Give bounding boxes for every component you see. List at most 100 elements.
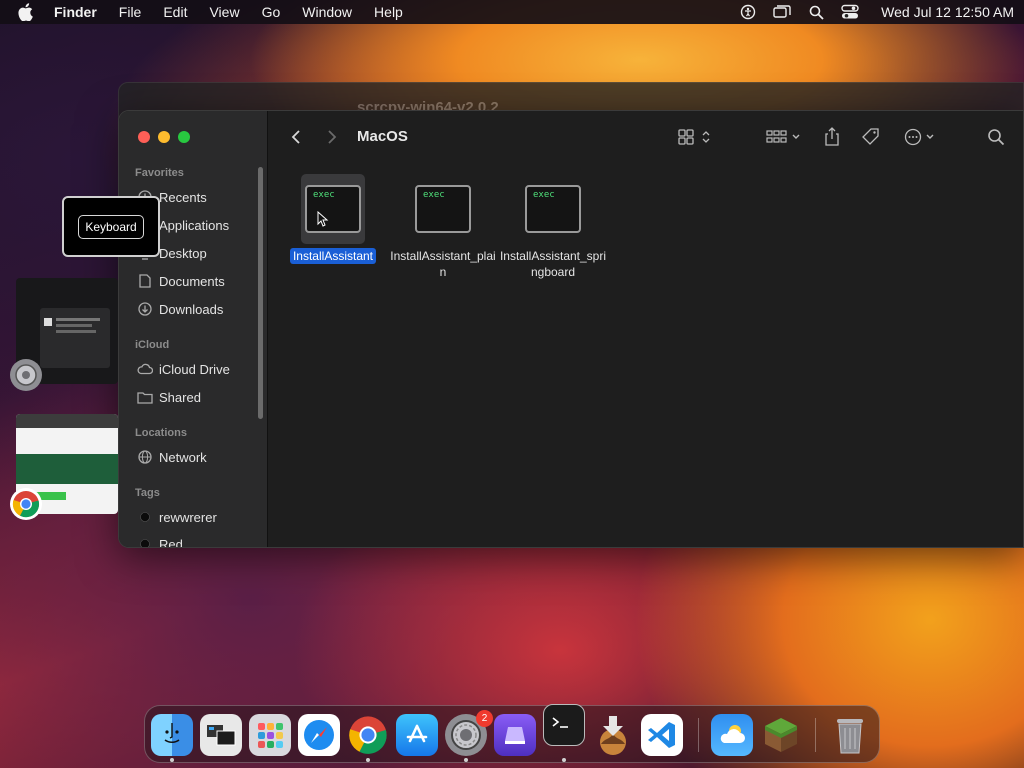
dock: 2 bbox=[144, 704, 880, 763]
sidebar-item-documents[interactable]: Documents bbox=[137, 270, 257, 292]
sidebar-item-label: Desktop bbox=[159, 245, 207, 261]
menu-app-finder[interactable]: Finder bbox=[54, 4, 97, 20]
sidebar-scrollbar[interactable] bbox=[258, 167, 263, 419]
sidebar-item-label: Applications bbox=[159, 217, 230, 233]
window-controls bbox=[138, 131, 190, 143]
sidebar-item-label: iCloud Drive bbox=[159, 361, 230, 377]
file-item-installassistant-plain[interactable]: exec InstallAssistant_plain bbox=[388, 174, 498, 280]
sidebar-item-label: Recents bbox=[159, 189, 207, 205]
exec-file-icon: exec bbox=[525, 185, 581, 233]
file-item-installassistant-springboard[interactable]: exec InstallAssistant_springboard bbox=[498, 174, 608, 280]
sidebar-item-tag-rewwrerer[interactable]: rewwrerer bbox=[137, 506, 257, 528]
dock-minecraft-icon[interactable] bbox=[760, 714, 802, 756]
file-name: InstallAssistant_springboard bbox=[499, 249, 607, 279]
finder-toolbar: MacOS bbox=[269, 111, 1023, 163]
menu-edit[interactable]: Edit bbox=[163, 4, 187, 20]
folder-title: MacOS bbox=[357, 128, 408, 145]
spotlight-icon[interactable] bbox=[807, 3, 825, 21]
dock-separator bbox=[698, 718, 699, 752]
dock-system-settings-icon[interactable]: 2 bbox=[445, 710, 493, 756]
dock-running-indicator bbox=[562, 758, 566, 762]
sidebar-item-label: Network bbox=[159, 449, 207, 465]
chrome-app-icon[interactable] bbox=[10, 488, 42, 520]
file-name: InstallAssistant bbox=[278, 248, 388, 264]
dock-app-store-icon[interactable] bbox=[396, 714, 438, 756]
sidebar-section-favorites: Favorites bbox=[135, 167, 184, 179]
file-content-area[interactable]: exec InstallAssistant exec InstallAssist… bbox=[269, 163, 1023, 547]
keyboard-tooltip[interactable]: Keyboard bbox=[62, 196, 160, 257]
thumbnail-line bbox=[56, 318, 100, 321]
tag-dot-icon bbox=[137, 536, 153, 547]
menu-view[interactable]: View bbox=[209, 4, 239, 20]
menu-go[interactable]: Go bbox=[262, 4, 281, 20]
tag-icon[interactable] bbox=[859, 125, 883, 149]
sidebar-item-shared[interactable]: Shared bbox=[137, 386, 257, 408]
finder-sidebar: Favorites Recents Applications Desktop D… bbox=[119, 111, 268, 547]
dock-chrome-icon[interactable] bbox=[347, 714, 389, 756]
finder-window: Favorites Recents Applications Desktop D… bbox=[118, 110, 1024, 548]
share-icon[interactable] bbox=[821, 125, 843, 149]
dock-separator bbox=[815, 718, 816, 752]
dock-safari-icon[interactable] bbox=[298, 714, 340, 756]
group-by-icon[interactable] bbox=[765, 125, 805, 149]
menu-bar: Finder File Edit View Go Window Help Wed… bbox=[0, 0, 1024, 24]
dock-running-indicator bbox=[170, 758, 174, 762]
menu-help[interactable]: Help bbox=[374, 4, 403, 20]
globe-icon bbox=[137, 449, 153, 465]
sidebar-item-label: Shared bbox=[159, 389, 201, 405]
dock-install-macos-icon[interactable] bbox=[592, 714, 634, 756]
dock-preview-icon[interactable] bbox=[200, 714, 242, 756]
exec-label: exec bbox=[313, 190, 335, 200]
sidebar-section-tags: Tags bbox=[135, 487, 160, 499]
tag-dot-icon bbox=[137, 509, 153, 525]
minimize-button[interactable] bbox=[158, 131, 170, 143]
dock-weather-icon[interactable] bbox=[711, 714, 753, 756]
sidebar-item-downloads[interactable]: Downloads bbox=[137, 298, 257, 320]
menubar-clock[interactable]: Wed Jul 12 12:50 AM bbox=[881, 4, 1014, 20]
maximize-button[interactable] bbox=[178, 131, 190, 143]
keyboard-label: Keyboard bbox=[78, 214, 144, 239]
back-button[interactable] bbox=[283, 124, 309, 150]
dock-finder-icon[interactable] bbox=[151, 714, 193, 756]
close-button[interactable] bbox=[138, 131, 150, 143]
cloud-icon bbox=[137, 361, 153, 377]
thumbnail-banner bbox=[16, 454, 118, 484]
sidebar-item-tag-red[interactable]: Red bbox=[137, 533, 257, 547]
dock-running-indicator bbox=[366, 758, 370, 762]
exec-file-icon: exec bbox=[415, 185, 471, 233]
file-icon-wrap[interactable]: exec bbox=[301, 174, 365, 244]
control-center-icon[interactable] bbox=[841, 3, 859, 21]
file-icon-wrap[interactable]: exec bbox=[521, 174, 585, 244]
dock-simulator-icon[interactable] bbox=[494, 714, 536, 756]
file-item-installassistant[interactable]: exec InstallAssistant bbox=[278, 174, 388, 264]
search-icon[interactable] bbox=[985, 125, 1007, 149]
exec-label: exec bbox=[423, 190, 445, 200]
sidebar-item-label: rewwrerer bbox=[159, 509, 217, 525]
file-icon-wrap[interactable]: exec bbox=[411, 174, 475, 244]
mouse-cursor-icon bbox=[317, 211, 329, 227]
menu-file[interactable]: File bbox=[119, 4, 142, 20]
dock-vscode-icon[interactable] bbox=[641, 714, 683, 756]
sidebar-item-network[interactable]: Network bbox=[137, 446, 257, 468]
document-icon bbox=[137, 273, 153, 289]
dock-terminal-icon[interactable] bbox=[543, 704, 585, 746]
file-name: InstallAssistant_plain bbox=[390, 249, 496, 279]
thumbnail-line bbox=[56, 324, 92, 327]
exec-file-icon: exec bbox=[305, 185, 361, 233]
file-name-text: InstallAssistant bbox=[289, 248, 377, 264]
view-mode-icon[interactable] bbox=[677, 125, 717, 149]
sidebar-item-icloud-drive[interactable]: iCloud Drive bbox=[137, 358, 257, 380]
more-actions-icon[interactable] bbox=[903, 125, 941, 149]
sidebar-item-label: Downloads bbox=[159, 301, 224, 317]
system-settings-app-icon[interactable] bbox=[10, 359, 42, 391]
thumbnail-window bbox=[40, 308, 110, 368]
accessibility-icon[interactable] bbox=[739, 3, 757, 21]
dock-trash-icon[interactable] bbox=[829, 714, 871, 756]
forward-button[interactable] bbox=[319, 124, 345, 150]
dock-launchpad-icon[interactable] bbox=[249, 714, 291, 756]
download-icon bbox=[137, 301, 153, 317]
apple-icon[interactable] bbox=[18, 3, 34, 21]
menu-window[interactable]: Window bbox=[302, 4, 352, 20]
screen-mirroring-icon[interactable] bbox=[773, 3, 791, 21]
thumbnail-tabbar bbox=[16, 414, 118, 428]
